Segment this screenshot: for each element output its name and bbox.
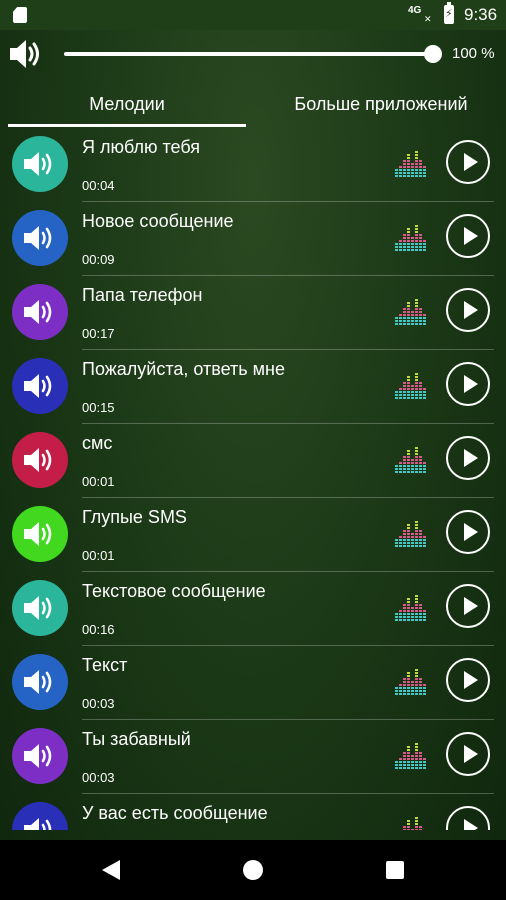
sd-card-icon xyxy=(13,7,27,23)
battery-charging-icon: ⚡ xyxy=(444,2,454,24)
ringtone-list[interactable]: Я люблю тебя 00:04 Новое сообщение 00:09 Пап… xyxy=(0,128,506,830)
ringtone-avatar xyxy=(12,654,68,710)
speaker-icon xyxy=(24,744,52,768)
ringtone-avatar xyxy=(12,728,68,784)
no-signal-icon: ✕ xyxy=(424,14,432,24)
home-icon[interactable] xyxy=(243,860,263,880)
ringtone-avatar xyxy=(12,284,68,340)
clock: 9:36 xyxy=(464,5,498,24)
active-tab-indicator xyxy=(8,124,246,127)
speaker-icon[interactable] xyxy=(6,36,46,72)
list-item[interactable]: смс 00:01 xyxy=(0,424,506,498)
equalizer-icon xyxy=(394,444,428,474)
speaker-icon xyxy=(24,522,52,546)
play-button[interactable] xyxy=(446,436,490,480)
equalizer-icon xyxy=(394,148,428,178)
equalizer-icon xyxy=(394,814,428,830)
speaker-icon xyxy=(24,448,52,472)
ringtone-avatar xyxy=(12,432,68,488)
list-item[interactable]: Ты забавный 00:03 xyxy=(0,720,506,794)
volume-slider[interactable] xyxy=(64,52,434,56)
ringtone-duration: 00:01 xyxy=(82,474,115,489)
play-button[interactable] xyxy=(446,214,490,258)
ringtone-avatar xyxy=(12,210,68,266)
ringtone-title: смс xyxy=(82,433,113,453)
ringtone-avatar xyxy=(12,136,68,192)
volume-control: 100 % xyxy=(0,30,506,78)
ringtone-avatar xyxy=(12,802,68,830)
list-item[interactable]: Текстовое сообщение 00:16 xyxy=(0,572,506,646)
ringtone-avatar xyxy=(12,358,68,414)
equalizer-icon xyxy=(394,666,428,696)
network-type: 4G xyxy=(408,5,422,16)
play-button[interactable] xyxy=(446,732,490,776)
play-button[interactable] xyxy=(446,288,490,332)
play-button[interactable] xyxy=(446,510,490,554)
equalizer-icon xyxy=(394,592,428,622)
status-bar: 4G ✕ ⚡ 9:36 xyxy=(0,0,506,30)
ringtone-title: Ты забавный xyxy=(82,729,191,749)
speaker-icon xyxy=(24,818,52,830)
speaker-icon xyxy=(24,226,52,250)
recent-apps-icon[interactable] xyxy=(386,861,404,879)
play-button[interactable] xyxy=(446,362,490,406)
list-item[interactable]: Глупые SMS 00:01 xyxy=(0,498,506,572)
ringtone-title: Я люблю тебя xyxy=(82,137,201,157)
list-item[interactable]: Я люблю тебя 00:04 xyxy=(0,128,506,202)
ringtone-avatar xyxy=(12,580,68,636)
ringtone-duration: 00:16 xyxy=(82,622,115,637)
navigation-bar xyxy=(0,840,506,900)
volume-slider-thumb[interactable] xyxy=(424,45,442,63)
ringtone-title: Текст xyxy=(82,655,128,675)
back-icon[interactable] xyxy=(102,860,120,880)
ringtone-title: Новое сообщение xyxy=(82,211,234,231)
ringtone-title: Папа телефон xyxy=(82,285,203,305)
tab-bar: Мелодии Больше приложений xyxy=(0,78,506,128)
equalizer-icon xyxy=(394,740,428,770)
speaker-icon xyxy=(24,374,52,398)
ringtone-title: Текстовое сообщение xyxy=(82,581,266,601)
speaker-icon xyxy=(24,300,52,324)
tab-ringtones[interactable]: Мелодии xyxy=(8,78,246,128)
ringtone-duration: 00:03 xyxy=(82,770,115,785)
play-button[interactable] xyxy=(446,584,490,628)
ringtone-title: Глупые SMS xyxy=(82,507,187,527)
play-button[interactable] xyxy=(446,658,490,702)
ringtone-duration: 00:17 xyxy=(82,326,115,341)
speaker-icon xyxy=(24,596,52,620)
ringtone-avatar xyxy=(12,506,68,562)
play-button[interactable] xyxy=(446,140,490,184)
speaker-icon xyxy=(24,670,52,694)
speaker-icon xyxy=(24,152,52,176)
list-item[interactable]: Папа телефон 00:17 xyxy=(0,276,506,350)
tab-more-apps[interactable]: Больше приложений xyxy=(256,78,506,128)
ringtone-duration: 00:01 xyxy=(82,548,115,563)
equalizer-icon xyxy=(394,222,428,252)
equalizer-icon xyxy=(394,518,428,548)
volume-percent: 100 % xyxy=(452,45,495,62)
ringtone-duration: 00:03 xyxy=(82,696,115,711)
ringtone-title: У вас есть сообщение xyxy=(82,803,268,823)
list-item[interactable]: У вас есть сообщение xyxy=(0,794,506,830)
list-item[interactable]: Новое сообщение 00:09 xyxy=(0,202,506,276)
equalizer-icon xyxy=(394,370,428,400)
ringtone-duration: 00:04 xyxy=(82,178,115,193)
ringtone-title: Пожалуйста, ответь мне xyxy=(82,359,285,379)
list-item[interactable]: Пожалуйста, ответь мне 00:15 xyxy=(0,350,506,424)
ringtone-duration: 00:15 xyxy=(82,400,115,415)
list-item[interactable]: Текст 00:03 xyxy=(0,646,506,720)
ringtone-duration: 00:09 xyxy=(82,252,115,267)
equalizer-icon xyxy=(394,296,428,326)
play-button[interactable] xyxy=(446,806,490,830)
